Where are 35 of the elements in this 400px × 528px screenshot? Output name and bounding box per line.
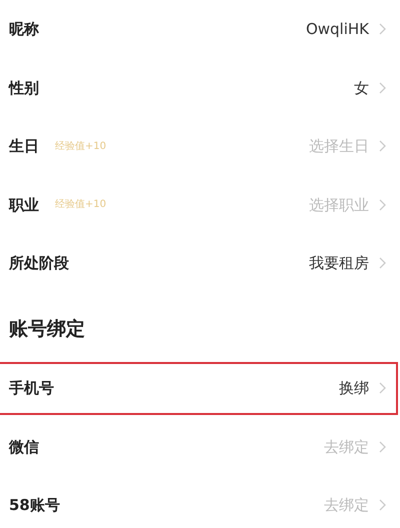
chevron-icon [379, 198, 386, 211]
chevron-icon [379, 382, 386, 394]
settings-row[interactable]: 昵称 OwqliHK [0, 0, 400, 58]
chevron-icon [379, 440, 386, 453]
row-label: 微信 [9, 436, 39, 458]
row-label: 手机号 [9, 378, 54, 399]
experience-label: 经验值+10 [55, 198, 106, 212]
chevron-icon [379, 23, 386, 36]
row-value: 我要租房 [309, 253, 369, 274]
row-value: 选择职业 [309, 194, 369, 216]
row-value: OwqliHK [306, 19, 369, 40]
row-value: 选择生日 [309, 136, 369, 157]
row-value: 换绑 [339, 378, 369, 399]
row-label: 所处阶段 [9, 253, 69, 274]
settings-row[interactable]: 微信 去绑定 [0, 418, 400, 476]
settings-row[interactable]: 性别 女 [0, 58, 400, 117]
settings-row[interactable]: 所处阶段 我要租房 [0, 234, 400, 292]
row-label: 职业 [9, 194, 39, 216]
settings-row[interactable]: 生日 经验值+10 选择生日 [0, 117, 400, 176]
row-label: 58账号 [9, 495, 60, 516]
row-label: 生日 [9, 136, 39, 157]
row-label: 性别 [9, 78, 39, 98]
settings-row[interactable]: 手机号 换绑 [0, 359, 400, 418]
row-value: 去绑定 [324, 436, 369, 458]
chevron-icon [379, 140, 386, 152]
chevron-icon [379, 257, 386, 270]
row-label: 昵称 [9, 19, 39, 40]
experience-label: 经验值+10 [55, 140, 106, 154]
row-value: 女 [354, 78, 369, 98]
chevron-icon [379, 82, 386, 94]
settings-row[interactable]: 职业 经验值+10 选择职业 [0, 176, 400, 234]
settings-row[interactable]: 58账号 去绑定 [0, 476, 400, 528]
chevron-icon [379, 499, 386, 512]
section-title: 账号绑定 [8, 316, 86, 342]
row-value: 去绑定 [324, 495, 369, 516]
